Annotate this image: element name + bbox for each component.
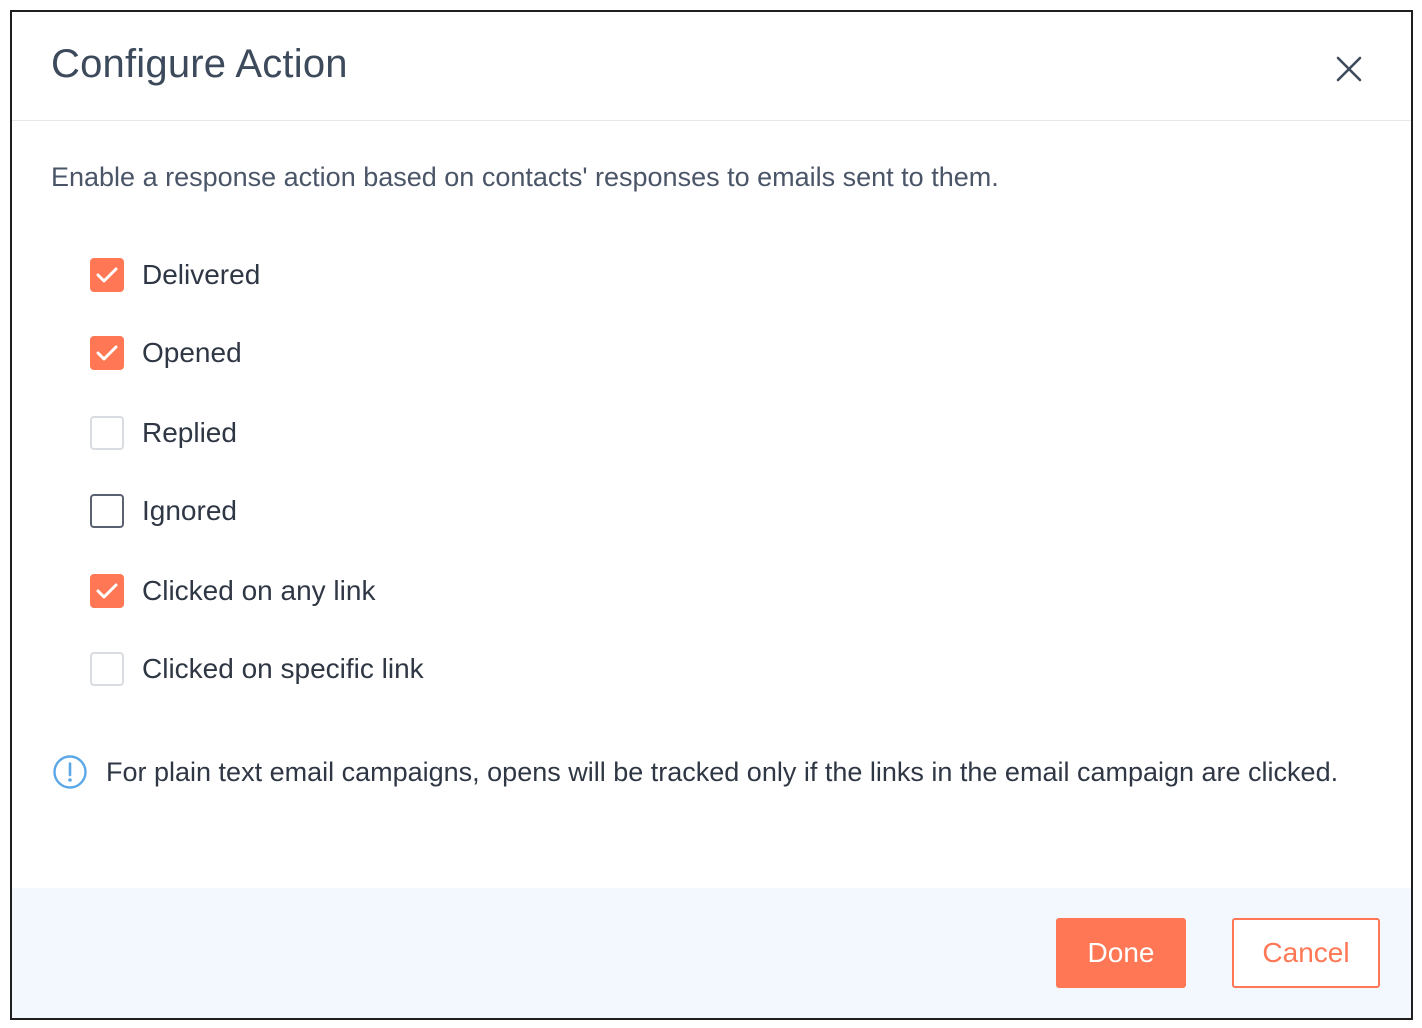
option-label-clicked-any-link: Clicked on any link: [142, 575, 376, 606]
option-clicked-any-link[interactable]: Clicked on any link: [90, 572, 375, 610]
checkmark-icon: [96, 267, 118, 283]
option-clicked-specific-link[interactable]: Clicked on specific link: [90, 650, 424, 688]
dialog-header: Configure Action: [12, 12, 1411, 121]
done-button[interactable]: Done: [1056, 918, 1186, 988]
checkbox-clicked-any-link[interactable]: [90, 574, 124, 608]
dialog-footer: Done Cancel: [12, 888, 1411, 1018]
option-opened[interactable]: Opened: [90, 334, 242, 372]
checkbox-replied[interactable]: [90, 416, 124, 450]
option-label-delivered: Delivered: [142, 259, 261, 290]
checkbox-clicked-specific-link[interactable]: [90, 652, 124, 686]
close-icon[interactable]: [1328, 48, 1370, 90]
option-delivered[interactable]: Delivered: [90, 256, 260, 294]
cancel-button[interactable]: Cancel: [1232, 918, 1380, 988]
note-text: For plain text email campaigns, opens wi…: [106, 756, 1339, 787]
info-icon: [53, 755, 87, 789]
checkbox-delivered[interactable]: [90, 258, 124, 292]
option-ignored[interactable]: Ignored: [90, 492, 237, 530]
dialog-title: Configure Action: [51, 42, 348, 86]
checkbox-ignored[interactable]: [90, 494, 124, 528]
checkmark-icon: [96, 583, 118, 599]
dialog-description: Enable a response action based on contac…: [51, 162, 999, 192]
option-label-ignored: Ignored: [142, 495, 237, 526]
option-label-replied: Replied: [142, 417, 237, 448]
option-replied[interactable]: Replied: [90, 414, 237, 452]
checkmark-icon: [96, 345, 118, 361]
option-label-opened: Opened: [142, 337, 242, 368]
configure-action-dialog: Configure Action Enable a response actio…: [10, 10, 1413, 1020]
checkbox-opened[interactable]: [90, 336, 124, 370]
tracking-note: For plain text email campaigns, opens wi…: [52, 754, 1338, 790]
option-label-clicked-specific-link: Clicked on specific link: [142, 653, 424, 684]
